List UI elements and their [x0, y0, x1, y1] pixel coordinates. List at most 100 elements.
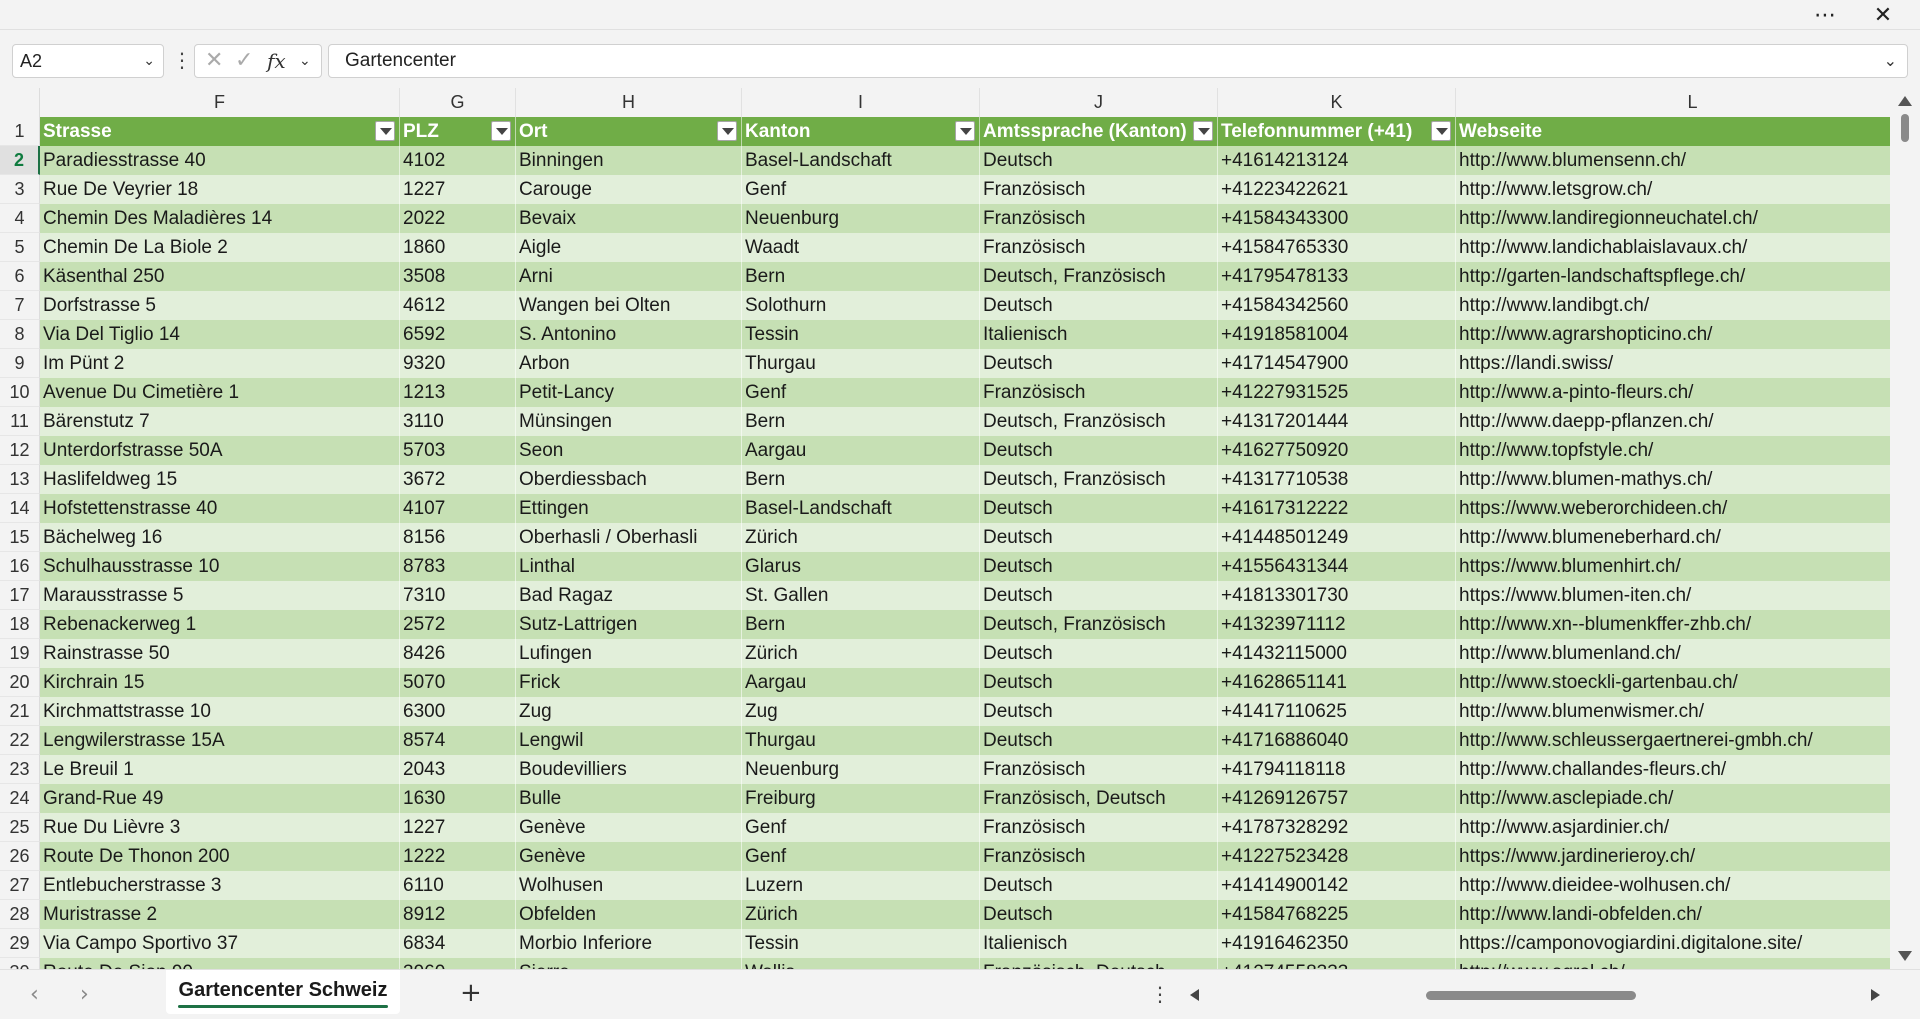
table-cell[interactable]: Deutsch, Französisch	[980, 465, 1218, 494]
row-header-19[interactable]: 19	[0, 639, 40, 668]
row-header-25[interactable]: 25	[0, 813, 40, 842]
table-cell[interactable]: Bern	[742, 465, 980, 494]
table-cell[interactable]: Deutsch, Französisch	[980, 610, 1218, 639]
table-cell[interactable]: Boudevilliers	[516, 755, 742, 784]
table-cell[interactable]: Obfelden	[516, 900, 742, 929]
table-cell[interactable]: http://www.challandes-fleurs.ch/	[1456, 755, 1890, 784]
table-cell[interactable]: Paradiesstrasse 40	[40, 146, 400, 175]
table-cell[interactable]: Deutsch	[980, 552, 1218, 581]
table-cell[interactable]: 1227	[400, 175, 516, 204]
table-cell[interactable]: 5703	[400, 436, 516, 465]
table-cell[interactable]: Rebenackerweg 1	[40, 610, 400, 639]
table-cell[interactable]: 8426	[400, 639, 516, 668]
table-cell[interactable]: http://www.asjardinier.ch/	[1456, 813, 1890, 842]
table-cell[interactable]: Wolhusen	[516, 871, 742, 900]
table-cell[interactable]: Deutsch	[980, 668, 1218, 697]
table-cell[interactable]: 1213	[400, 378, 516, 407]
table-cell[interactable]: 1227	[400, 813, 516, 842]
table-cell[interactable]: Wallis	[742, 958, 980, 969]
table-cell[interactable]: Via Del Tiglio 14	[40, 320, 400, 349]
header-cell[interactable]: Kanton	[742, 117, 980, 146]
table-cell[interactable]: Zürich	[742, 523, 980, 552]
worksheet-grid[interactable]: F G H I J K L 1 Strasse PLZ Ort Kanton Amtssprache (…	[0, 88, 1890, 969]
table-cell[interactable]: Glarus	[742, 552, 980, 581]
table-cell[interactable]: http://www.stoeckli-gartenbau.ch/	[1456, 668, 1890, 697]
table-cell[interactable]: Aargau	[742, 668, 980, 697]
column-header-k[interactable]: K	[1218, 88, 1456, 117]
row-header-24[interactable]: 24	[0, 784, 40, 813]
table-cell[interactable]: https://www.blumenhirt.ch/	[1456, 552, 1890, 581]
table-cell[interactable]: Frick	[516, 668, 742, 697]
row-header-6[interactable]: 6	[0, 262, 40, 291]
table-cell[interactable]: +41317201444	[1218, 407, 1456, 436]
scroll-down-icon[interactable]	[1898, 951, 1912, 961]
cancel-x-icon[interactable]: ✕	[205, 45, 223, 77]
table-cell[interactable]: Deutsch	[980, 581, 1218, 610]
vertical-dots-icon[interactable]: ⋮	[172, 48, 192, 72]
table-cell[interactable]: http://www.blumen-mathys.ch/	[1456, 465, 1890, 494]
table-cell[interactable]: Deutsch	[980, 291, 1218, 320]
table-cell[interactable]: Genf	[742, 175, 980, 204]
table-cell[interactable]: +41794118118	[1218, 755, 1456, 784]
table-cell[interactable]: 2022	[400, 204, 516, 233]
table-cell[interactable]: Deutsch	[980, 900, 1218, 929]
table-cell[interactable]: Bevaix	[516, 204, 742, 233]
table-cell[interactable]: Avenue Du Cimetière 1	[40, 378, 400, 407]
row-header-8[interactable]: 8	[0, 320, 40, 349]
table-cell[interactable]: Carouge	[516, 175, 742, 204]
table-cell[interactable]: Arni	[516, 262, 742, 291]
table-cell[interactable]: 4107	[400, 494, 516, 523]
column-header-g[interactable]: G	[400, 88, 516, 117]
row-header-10[interactable]: 10	[0, 378, 40, 407]
table-cell[interactable]: Französisch	[980, 233, 1218, 262]
table-cell[interactable]: Deutsch	[980, 494, 1218, 523]
table-cell[interactable]: 6834	[400, 929, 516, 958]
table-cell[interactable]: http://www.asclepiade.ch/	[1456, 784, 1890, 813]
table-cell[interactable]: 4102	[400, 146, 516, 175]
table-cell[interactable]: http://www.blumensenn.ch/	[1456, 146, 1890, 175]
table-cell[interactable]: Thurgau	[742, 349, 980, 378]
table-cell[interactable]: Französisch	[980, 204, 1218, 233]
table-cell[interactable]: Lengwil	[516, 726, 742, 755]
table-cell[interactable]: Münsingen	[516, 407, 742, 436]
table-cell[interactable]: 2572	[400, 610, 516, 639]
table-cell[interactable]: Muristrasse 2	[40, 900, 400, 929]
table-cell[interactable]: Arbon	[516, 349, 742, 378]
table-cell[interactable]: +41227523428	[1218, 842, 1456, 871]
table-cell[interactable]: +41584765330	[1218, 233, 1456, 262]
table-cell[interactable]: http://www.landi-obfelden.ch/	[1456, 900, 1890, 929]
scroll-left-icon[interactable]	[1190, 989, 1199, 1001]
table-cell[interactable]: https://www.jardinerieroy.ch/	[1456, 842, 1890, 871]
table-cell[interactable]: +41274558333	[1218, 958, 1456, 969]
row-header-13[interactable]: 13	[0, 465, 40, 494]
header-cell[interactable]: Ort	[516, 117, 742, 146]
filter-dropdown-icon[interactable]	[491, 121, 511, 141]
chevron-down-icon[interactable]: ⌄	[299, 45, 311, 77]
table-cell[interactable]: Waadt	[742, 233, 980, 262]
table-cell[interactable]: Solothurn	[742, 291, 980, 320]
table-cell[interactable]: Käsenthal 250	[40, 262, 400, 291]
table-cell[interactable]: +41916462350	[1218, 929, 1456, 958]
table-cell[interactable]: Kirchrain 15	[40, 668, 400, 697]
table-cell[interactable]: Deutsch	[980, 697, 1218, 726]
table-cell[interactable]: 3960	[400, 958, 516, 969]
table-cell[interactable]: 8783	[400, 552, 516, 581]
filter-dropdown-icon[interactable]	[1431, 121, 1451, 141]
table-cell[interactable]: +41227931525	[1218, 378, 1456, 407]
row-header-21[interactable]: 21	[0, 697, 40, 726]
table-cell[interactable]: Französisch, Deutsch	[980, 958, 1218, 969]
table-cell[interactable]: Deutsch	[980, 523, 1218, 552]
vertical-scrollbar[interactable]	[1890, 88, 1920, 969]
checkmark-icon[interactable]: ✓	[235, 45, 253, 77]
table-cell[interactable]: Bern	[742, 262, 980, 291]
table-cell[interactable]: +41787328292	[1218, 813, 1456, 842]
table-cell[interactable]: 3110	[400, 407, 516, 436]
table-cell[interactable]: Hofstettenstrasse 40	[40, 494, 400, 523]
table-cell[interactable]: 6110	[400, 871, 516, 900]
table-cell[interactable]: Sutz-Lattrigen	[516, 610, 742, 639]
row-header-27[interactable]: 27	[0, 871, 40, 900]
table-cell[interactable]: 8912	[400, 900, 516, 929]
row-header-11[interactable]: 11	[0, 407, 40, 436]
table-cell[interactable]: Deutsch	[980, 639, 1218, 668]
scroll-up-icon[interactable]	[1898, 96, 1912, 106]
